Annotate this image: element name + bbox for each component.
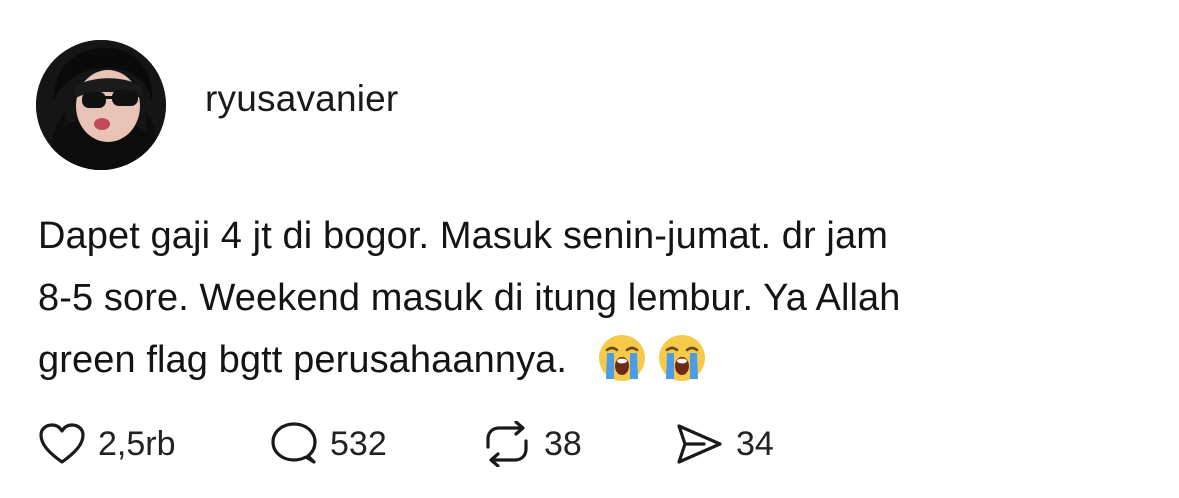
author-username[interactable]: ryusavanier — [205, 78, 398, 120]
avatar-photo-icon — [36, 40, 166, 170]
threads-post: ryusavanier Dapet gaji 4 jt di bogor. Ma… — [0, 0, 1179, 498]
repost-count: 38 — [544, 424, 582, 463]
post-text-line-3-text: green flag bgtt perusahaannya. — [38, 339, 568, 381]
like-button[interactable]: 2,5rb — [38, 422, 270, 466]
post-body: Dapet gaji 4 jt di bogor. Masuk senin-ju… — [38, 205, 1148, 391]
reply-count: 532 — [330, 424, 387, 463]
comment-bubble-icon — [271, 422, 317, 464]
loudly-crying-face-icon — [599, 334, 646, 381]
send-icon — [677, 424, 722, 464]
like-count: 2,5rb — [98, 424, 176, 463]
emoji-group — [597, 333, 707, 383]
post-text-line-2: 8-5 sore. Weekend masuk di itung lembur.… — [38, 277, 901, 319]
avatar[interactable] — [36, 40, 166, 170]
share-count: 34 — [736, 424, 774, 463]
post-text-line-1: Dapet gaji 4 jt di bogor. Masuk senin-ju… — [38, 215, 888, 257]
post-actions: 2,5rb 532 38 34 — [38, 418, 814, 470]
repost-icon — [486, 421, 528, 467]
heart-icon — [39, 423, 85, 464]
repost-button[interactable]: 38 — [482, 421, 674, 467]
reply-button[interactable]: 532 — [270, 421, 482, 467]
share-button[interactable]: 34 — [674, 422, 814, 466]
post-text-line-3: green flag bgtt perusahaannya. — [38, 329, 1148, 391]
loudly-crying-face-icon — [659, 334, 706, 381]
